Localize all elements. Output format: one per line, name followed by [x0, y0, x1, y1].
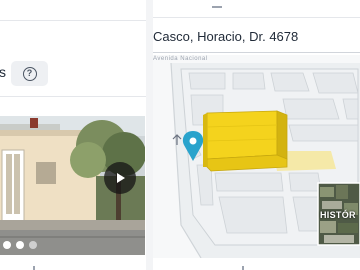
- road-label: Avenida Nacional: [153, 56, 208, 62]
- carousel-dot[interactable]: [3, 241, 11, 249]
- question-circle-icon: ?: [22, 66, 37, 81]
- map-panel-header: [153, 0, 360, 18]
- play-button[interactable]: [104, 162, 136, 194]
- help-button[interactable]: ?: [11, 61, 48, 86]
- page: s ? Casco, Horacio, Dr. 4678 Avenida Nac…: [0, 0, 360, 270]
- carousel-dot[interactable]: [29, 241, 37, 249]
- map-view[interactable]: [153, 55, 360, 258]
- play-icon: [117, 173, 125, 183]
- divider: [0, 20, 146, 21]
- carousel-indicators: [3, 241, 37, 249]
- divider-mark: [242, 266, 244, 270]
- section-title: s: [0, 64, 6, 80]
- carousel-dot[interactable]: [16, 241, 24, 249]
- building-front: [206, 110, 278, 160]
- drag-handle[interactable]: [212, 6, 222, 8]
- history-button-label[interactable]: HISTÓR: [320, 210, 356, 220]
- map-canvas: [153, 55, 360, 258]
- divider-mark: [33, 266, 35, 270]
- divider: [0, 96, 146, 97]
- building-side: [276, 110, 288, 160]
- address-label: Casco, Horacio, Dr. 4678: [153, 29, 299, 44]
- map-panel: Casco, Horacio, Dr. 4678 Avenida Naciona…: [153, 0, 360, 270]
- divider: [153, 52, 360, 53]
